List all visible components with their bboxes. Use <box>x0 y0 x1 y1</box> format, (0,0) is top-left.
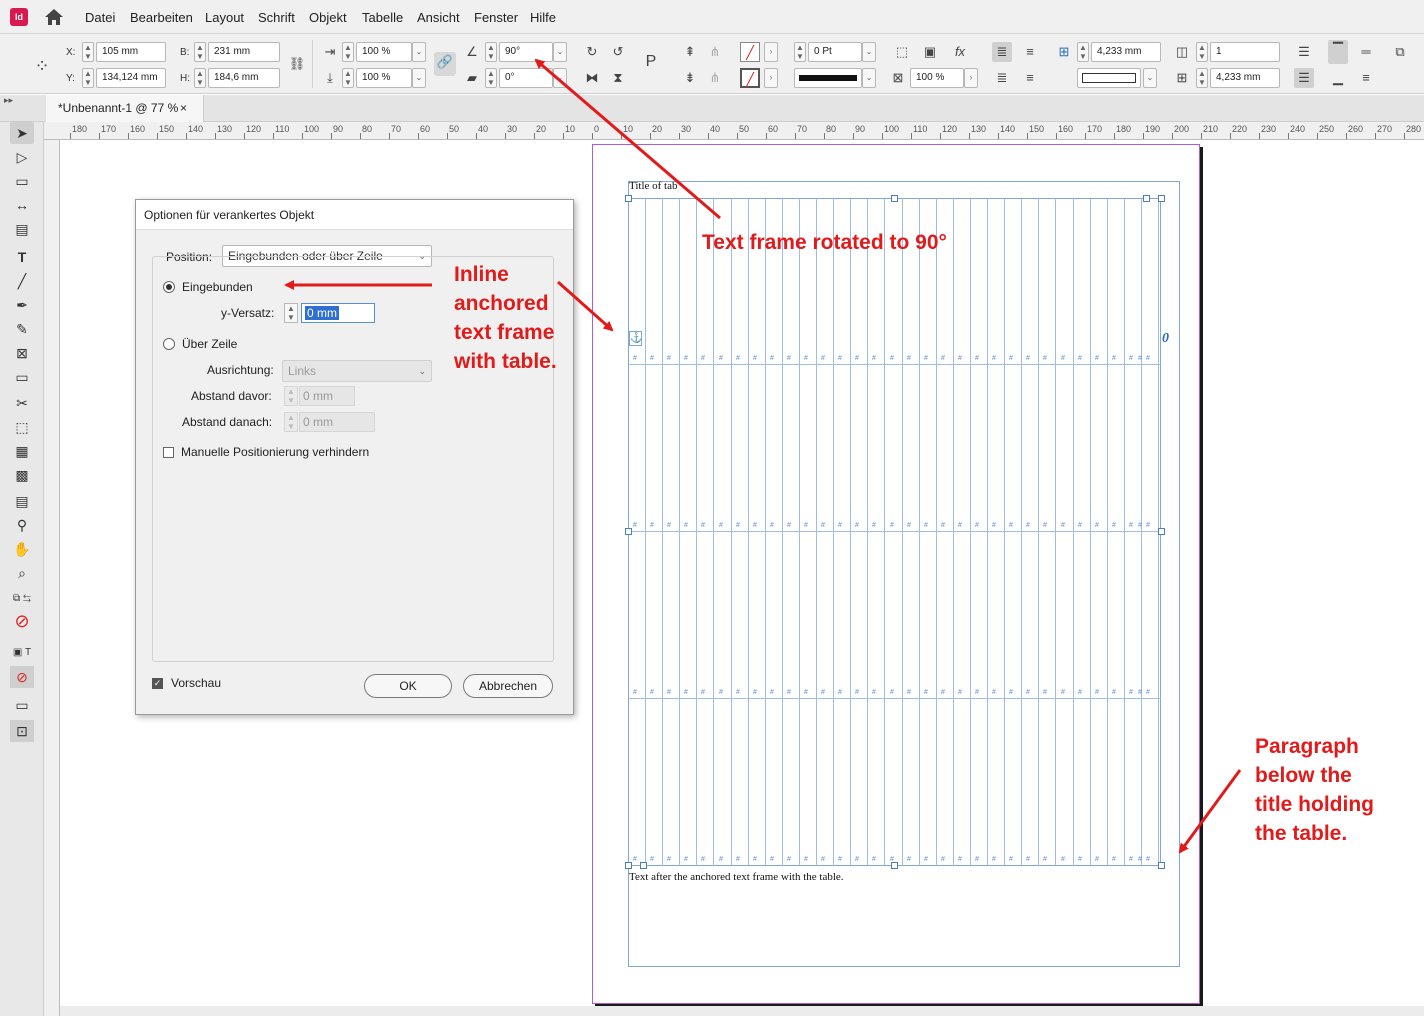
annotation-line: below the <box>1255 764 1352 787</box>
arrow-to-rotation <box>534 58 721 220</box>
arrow-to-paragraph <box>1178 769 1242 854</box>
annotation-line: text frame <box>454 321 555 344</box>
arrow-to-anchor <box>557 280 614 332</box>
annotation-line: with table. <box>454 350 557 373</box>
annotation-paragraph: Paragraph below the title holding the ta… <box>1255 732 1374 848</box>
status-bar <box>60 1006 1424 1016</box>
annotation-line: the table. <box>1255 822 1348 845</box>
annotation-inline: Inline anchored text frame with table. <box>454 260 557 376</box>
annotation-line: title holding <box>1255 793 1374 816</box>
annotation-line: Inline <box>454 263 509 286</box>
annotation-line: Paragraph <box>1255 735 1359 758</box>
annotation-arrows <box>284 58 1242 854</box>
annotation-rotated: Text frame rotated to 90° <box>702 231 947 254</box>
annotation-line: anchored <box>454 292 549 315</box>
